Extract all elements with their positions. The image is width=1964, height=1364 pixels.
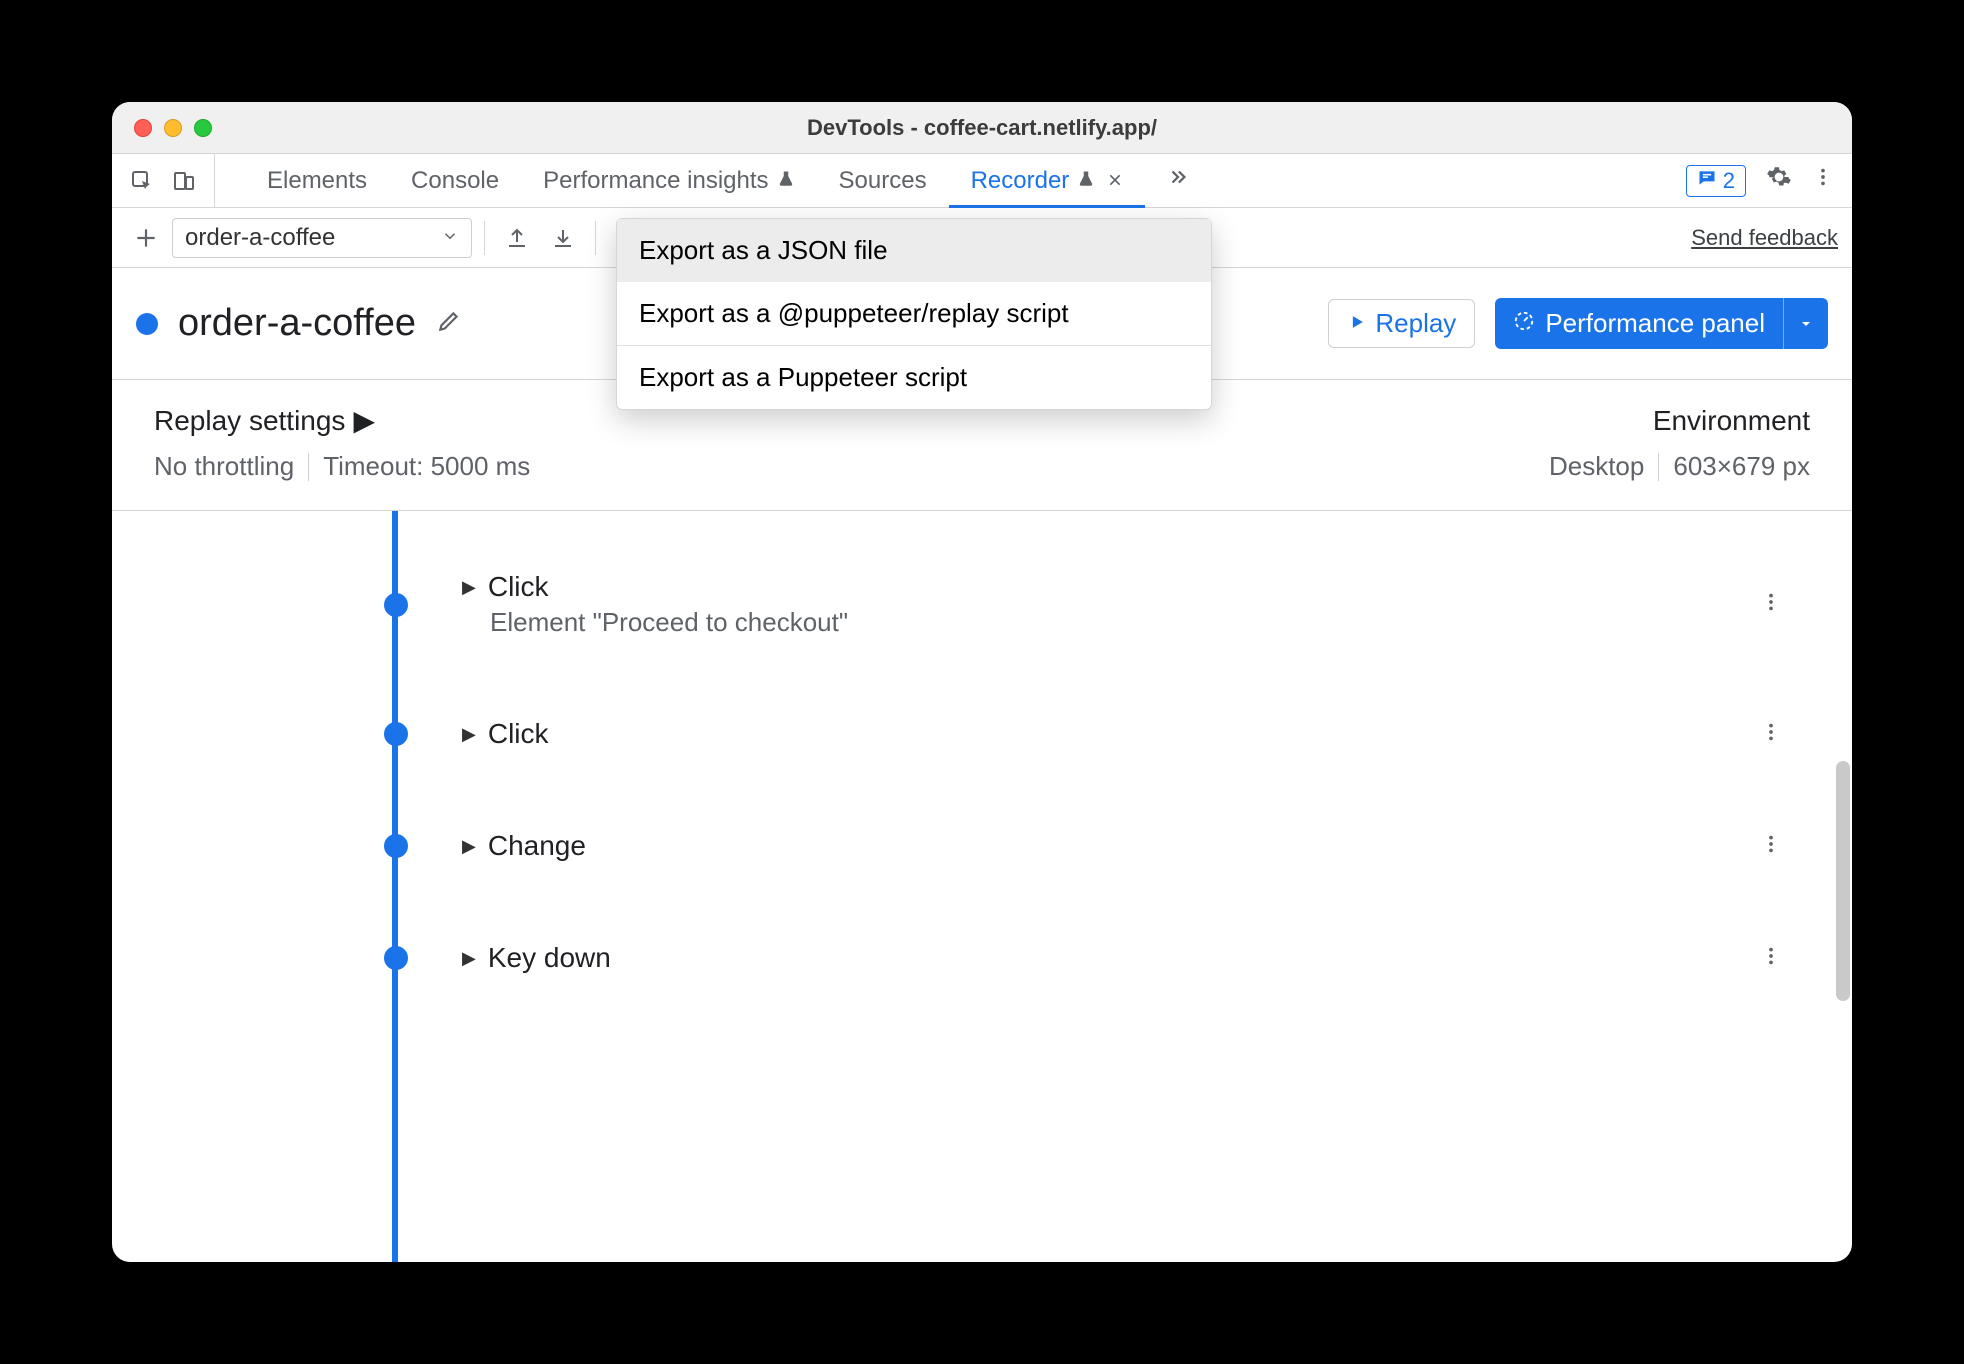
timeout-value[interactable]: Timeout: 5000 ms: [323, 451, 530, 482]
step-item[interactable]: ▶ Click: [112, 698, 1852, 770]
tab-label: Sources: [839, 167, 927, 195]
divider: [595, 221, 596, 255]
divider: [1658, 453, 1659, 481]
tab-console[interactable]: Console: [389, 154, 521, 207]
caret-right-icon: ▶: [462, 948, 476, 969]
tab-label: Recorder: [971, 167, 1070, 195]
menu-item-label: Export as a @puppeteer/replay script: [639, 298, 1069, 328]
steps-area: ▶ Click Element "Proceed to checkout" ▶ Cl…: [112, 511, 1852, 1262]
step-node-icon: [384, 834, 408, 858]
menu-item-label: Export as a JSON file: [639, 235, 888, 265]
step-node-icon: [384, 593, 408, 617]
tab-label: Performance insights: [543, 167, 768, 195]
step-label: Click: [488, 718, 549, 750]
chevron-down-icon: [441, 224, 459, 252]
flask-icon: [777, 167, 795, 195]
tab-recorder[interactable]: Recorder: [949, 154, 1146, 207]
throttling-value[interactable]: No throttling: [154, 451, 294, 482]
titlebar: DevTools - coffee-cart.netlify.app/: [112, 102, 1852, 154]
step-label: Key down: [488, 942, 611, 974]
viewport-value: 603×679 px: [1673, 451, 1810, 482]
environment-label: Environment: [1653, 404, 1810, 437]
perf-dropdown-button[interactable]: [1783, 298, 1828, 349]
inspect-icon[interactable]: [130, 169, 154, 193]
recording-select-value: order-a-coffee: [185, 224, 335, 252]
export-json-item[interactable]: Export as a JSON file: [617, 219, 1211, 282]
export-puppeteer-replay-item[interactable]: Export as a @puppeteer/replay script: [617, 282, 1211, 345]
issues-count: 2: [1723, 168, 1735, 194]
menu-item-label: Export as a Puppeteer script: [639, 362, 967, 392]
settings-detail: No throttling Timeout: 5000 ms Desktop 6…: [112, 445, 1852, 511]
step-more-button[interactable]: [1760, 831, 1812, 862]
speedometer-icon: [1513, 308, 1535, 339]
edit-title-icon[interactable]: [436, 308, 462, 339]
caret-right-icon: ▶: [462, 724, 476, 745]
step-label: Change: [488, 830, 586, 862]
recording-dot-icon: [136, 313, 158, 335]
recording-title: order-a-coffee: [178, 302, 416, 345]
step-more-button[interactable]: [1760, 943, 1812, 974]
step-item[interactable]: ▶ Key down: [112, 922, 1852, 994]
replay-button[interactable]: Replay: [1328, 299, 1475, 348]
close-tab-icon[interactable]: [1107, 167, 1123, 195]
tab-label: Elements: [267, 167, 367, 195]
tab-performance-insights[interactable]: Performance insights: [521, 154, 816, 207]
export-button[interactable]: [497, 218, 537, 258]
step-more-button[interactable]: [1760, 719, 1812, 750]
replay-settings-toggle[interactable]: Replay settings ▶: [154, 404, 375, 437]
divider: [308, 453, 309, 481]
minimize-window-button[interactable]: [164, 119, 182, 137]
message-icon: [1697, 168, 1717, 194]
performance-panel-button[interactable]: Performance panel: [1495, 298, 1828, 349]
traffic-lights: [134, 119, 212, 137]
add-recording-button[interactable]: [126, 218, 166, 258]
zoom-window-button[interactable]: [194, 119, 212, 137]
window-title: DevTools - coffee-cart.netlify.app/: [112, 115, 1852, 141]
devtools-window: DevTools - coffee-cart.netlify.app/ Elem…: [112, 102, 1852, 1262]
caret-right-icon: ▶: [462, 836, 476, 857]
scrollbar-thumb[interactable]: [1836, 761, 1850, 1001]
step-description: Element "Proceed to checkout": [490, 607, 848, 638]
flask-icon: [1077, 167, 1095, 195]
tab-label: Console: [411, 167, 499, 195]
device-toolbar-icon[interactable]: [172, 169, 196, 193]
divider: [484, 221, 485, 255]
settings-gear-icon[interactable]: [1766, 164, 1792, 197]
recording-select[interactable]: order-a-coffee: [172, 218, 472, 258]
send-feedback-link[interactable]: Send feedback: [1691, 225, 1838, 251]
tab-sources[interactable]: Sources: [817, 154, 949, 207]
chevron-double-right-icon: [1167, 166, 1189, 195]
export-puppeteer-script-item[interactable]: Export as a Puppeteer script: [617, 346, 1211, 409]
replay-settings-label: Replay settings: [154, 405, 345, 437]
devtools-tabbar: Elements Console Performance insights So…: [112, 154, 1852, 208]
play-icon: [1347, 308, 1367, 339]
caret-right-icon: ▶: [353, 404, 375, 437]
step-item[interactable]: ▶ Click Element "Proceed to checkout": [112, 551, 1852, 658]
more-tabs-button[interactable]: [1145, 154, 1211, 207]
caret-right-icon: ▶: [462, 577, 476, 598]
import-button[interactable]: [543, 218, 583, 258]
perf-label: Performance panel: [1545, 308, 1765, 339]
step-node-icon: [384, 946, 408, 970]
step-more-button[interactable]: [1760, 589, 1812, 620]
step-item[interactable]: ▶ Change: [112, 810, 1852, 882]
kebab-menu-icon[interactable]: [1812, 166, 1834, 195]
device-value: Desktop: [1549, 451, 1644, 482]
export-menu: Export as a JSON file Export as a @puppe…: [616, 218, 1212, 410]
step-node-icon: [384, 722, 408, 746]
replay-label: Replay: [1375, 308, 1456, 339]
close-window-button[interactable]: [134, 119, 152, 137]
tab-elements[interactable]: Elements: [245, 154, 389, 207]
issues-badge[interactable]: 2: [1686, 165, 1746, 197]
step-label: Click: [488, 571, 549, 603]
